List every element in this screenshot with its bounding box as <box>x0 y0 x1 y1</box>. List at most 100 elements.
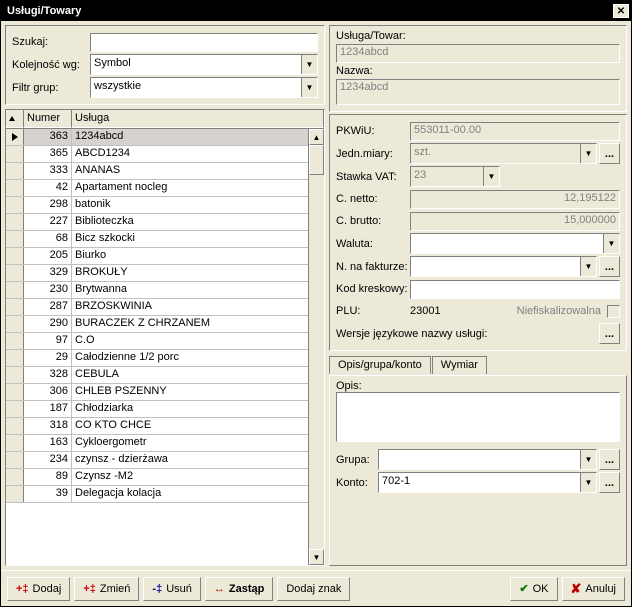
row-selector[interactable] <box>6 435 24 451</box>
row-selector[interactable] <box>6 146 24 162</box>
row-selector[interactable] <box>6 367 24 383</box>
row-selector[interactable] <box>6 231 24 247</box>
table-row[interactable]: 227Biblioteczka <box>6 214 324 231</box>
column-header-numer[interactable]: Numer <box>24 110 72 128</box>
konto-dots-button[interactable]: ... <box>599 472 620 493</box>
grupa-combo[interactable]: ▼ <box>378 449 597 470</box>
row-selector[interactable] <box>6 214 24 230</box>
close-button[interactable]: ✕ <box>613 4 629 18</box>
jedn-dots-button[interactable]: ... <box>599 143 620 164</box>
table-row[interactable]: 318CO KTO CHCE <box>6 418 324 435</box>
table-row[interactable]: 42Apartament nocleg <box>6 180 324 197</box>
chevron-down-icon[interactable]: ▼ <box>483 167 499 186</box>
row-selector[interactable] <box>6 486 24 502</box>
chevron-down-icon[interactable]: ▼ <box>301 55 317 74</box>
row-selector[interactable] <box>6 350 24 366</box>
jedn-combo[interactable]: szt.▼ <box>410 143 597 164</box>
chevron-down-icon[interactable]: ▼ <box>603 234 619 253</box>
cell-usluga: Cykloergometr <box>72 435 324 451</box>
row-selector[interactable] <box>6 197 24 213</box>
dodajznak-button[interactable]: Dodaj znak <box>277 577 350 601</box>
opis-textarea[interactable] <box>336 392 620 442</box>
scroll-up-icon[interactable]: ▲ <box>309 129 324 145</box>
nfakt-dots-button[interactable]: ... <box>599 256 620 277</box>
grupa-dots-button[interactable]: ... <box>599 449 620 470</box>
table-row[interactable]: 306CHLEB PSZENNY <box>6 384 324 401</box>
filter-combo[interactable]: wszystkie ▼ <box>90 77 318 98</box>
chevron-down-icon[interactable]: ▼ <box>580 144 596 163</box>
cnetto-label: C. netto: <box>336 193 410 205</box>
table-row[interactable]: 3631234abcd <box>6 129 324 146</box>
table-row[interactable]: 89Czynsz -M2 <box>6 469 324 486</box>
cell-usluga: Biurko <box>72 248 324 264</box>
search-input[interactable] <box>90 33 318 52</box>
chevron-down-icon[interactable]: ▼ <box>580 257 596 276</box>
row-selector[interactable] <box>6 418 24 434</box>
table-row[interactable]: 333ANANAS <box>6 163 324 180</box>
table-row[interactable]: 68Bicz szkocki <box>6 231 324 248</box>
table-row[interactable]: 234czynsz - dzierżawa <box>6 452 324 469</box>
row-selector[interactable] <box>6 401 24 417</box>
chevron-down-icon[interactable]: ▼ <box>580 450 596 469</box>
cell-numer: 230 <box>24 282 72 298</box>
zastap-button[interactable]: ↔Zastąp <box>205 577 273 601</box>
vertical-scrollbar[interactable]: ▲ ▼ <box>308 129 324 565</box>
row-selector[interactable] <box>6 163 24 179</box>
check-icon: ✔ <box>519 582 528 595</box>
table-row[interactable]: 97C.O <box>6 333 324 350</box>
chevron-down-icon[interactable]: ▼ <box>580 473 596 492</box>
row-selector[interactable] <box>6 333 24 349</box>
anuluj-button[interactable]: ✘Anuluj <box>562 577 625 601</box>
konto-combo[interactable]: 702-1▼ <box>378 472 597 493</box>
row-selector[interactable] <box>6 469 24 485</box>
row-selector[interactable] <box>6 452 24 468</box>
table-row[interactable]: 365ABCD1234 <box>6 146 324 163</box>
row-selector[interactable] <box>6 282 24 298</box>
row-selector[interactable] <box>6 265 24 281</box>
column-header-usluga[interactable]: Usługa <box>72 110 324 128</box>
table-row[interactable]: 29Całodzienne 1/2 porc <box>6 350 324 367</box>
items-grid[interactable]: Numer Usługa 3631234abcd365ABCD1234333AN… <box>5 109 325 566</box>
cell-numer: 329 <box>24 265 72 281</box>
table-row[interactable]: 328CEBULA <box>6 367 324 384</box>
nazwa-value: 1234abcd <box>336 79 620 105</box>
table-row[interactable]: 290BURACZEK Z CHRZANEM <box>6 316 324 333</box>
cell-usluga: BURACZEK Z CHRZANEM <box>72 316 324 332</box>
chevron-down-icon[interactable]: ▼ <box>301 78 317 97</box>
wersje-dots-button[interactable]: ... <box>599 323 620 344</box>
table-row[interactable]: 298batonik <box>6 197 324 214</box>
table-row[interactable]: 287BRZOSKWINIA <box>6 299 324 316</box>
zmien-button[interactable]: +‡Zmień <box>74 577 139 601</box>
tab-opis-grupa-konto[interactable]: Opis/grupa/konto <box>329 356 431 374</box>
replace-icon: ↔ <box>214 583 225 595</box>
table-row[interactable]: 205Biurko <box>6 248 324 265</box>
nfakt-combo[interactable]: ▼ <box>410 256 597 277</box>
order-combo[interactable]: Symbol ▼ <box>90 54 318 75</box>
edit-icon: +‡ <box>83 583 96 595</box>
tab-wymiar[interactable]: Wymiar <box>432 356 487 374</box>
vat-combo[interactable]: 23▼ <box>410 166 500 187</box>
row-selector[interactable] <box>6 384 24 400</box>
table-row[interactable]: 187Chłodziarka <box>6 401 324 418</box>
row-selector[interactable] <box>6 299 24 315</box>
kod-input[interactable] <box>410 280 620 299</box>
table-row[interactable]: 163Cykloergometr <box>6 435 324 452</box>
usun-button[interactable]: -‡Usuń <box>143 577 200 601</box>
scroll-thumb[interactable] <box>309 145 324 175</box>
dodaj-button[interactable]: +‡Dodaj <box>7 577 70 601</box>
table-row[interactable]: 230Brytwanna <box>6 282 324 299</box>
cell-usluga: czynsz - dzierżawa <box>72 452 324 468</box>
row-selector[interactable] <box>6 248 24 264</box>
ok-button[interactable]: ✔OK <box>510 577 557 601</box>
row-selector[interactable] <box>6 129 24 145</box>
scroll-down-icon[interactable]: ▼ <box>309 549 324 565</box>
table-row[interactable]: 329BROKUŁY <box>6 265 324 282</box>
row-selector[interactable] <box>6 316 24 332</box>
row-selector-header[interactable] <box>6 110 24 128</box>
row-selector[interactable] <box>6 180 24 196</box>
waluta-combo[interactable]: ▼ <box>410 233 620 254</box>
nief-checkbox[interactable] <box>607 305 620 318</box>
cell-usluga: 1234abcd <box>72 129 324 145</box>
cell-usluga: Biblioteczka <box>72 214 324 230</box>
table-row[interactable]: 39Delegacja kolacja <box>6 486 324 503</box>
